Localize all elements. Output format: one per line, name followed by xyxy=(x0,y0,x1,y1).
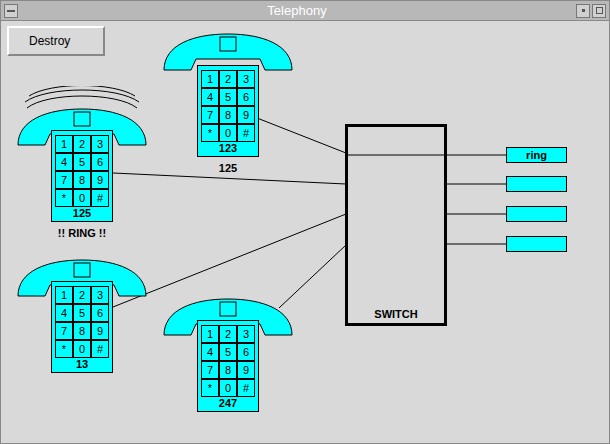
keypad-key[interactable]: * xyxy=(55,340,73,358)
keypad-key[interactable]: 2 xyxy=(73,135,91,153)
phone-label: 125 xyxy=(153,162,303,175)
title-bar[interactable]: Telephony xyxy=(1,1,609,21)
keypad-key[interactable]: 5 xyxy=(73,153,91,171)
keypad-key[interactable]: 6 xyxy=(91,304,109,322)
phone-body: 123456789*0#123 xyxy=(197,65,259,157)
keypad-key[interactable]: 9 xyxy=(91,171,109,189)
keypad-key[interactable]: 7 xyxy=(201,361,219,379)
phone-display: 123 xyxy=(219,142,237,155)
keypad-key[interactable]: * xyxy=(201,124,219,142)
minimize-button[interactable] xyxy=(576,4,590,18)
keypad-key[interactable]: 5 xyxy=(73,304,91,322)
keypad-key[interactable]: 8 xyxy=(219,106,237,124)
keypad-key[interactable]: 5 xyxy=(219,343,237,361)
phone-label: !! RING !! xyxy=(7,227,157,240)
phone-display: 247 xyxy=(219,397,237,410)
keypad-key[interactable]: 4 xyxy=(55,304,73,322)
keypad-key[interactable]: * xyxy=(201,379,219,397)
keypad-key[interactable]: 9 xyxy=(91,322,109,340)
keypad: 123456789 *0# xyxy=(201,325,255,397)
line-status: ring xyxy=(506,147,567,163)
line-status xyxy=(506,206,567,222)
maximize-button[interactable] xyxy=(592,4,606,18)
keypad-key[interactable]: 0 xyxy=(73,189,91,207)
keypad-key[interactable]: 2 xyxy=(219,70,237,88)
keypad-key[interactable]: 7 xyxy=(55,322,73,340)
keypad-key[interactable]: 2 xyxy=(73,286,91,304)
keypad-key[interactable]: 4 xyxy=(55,153,73,171)
keypad-key[interactable]: 6 xyxy=(237,343,255,361)
line-status xyxy=(506,236,567,252)
keypad: 123456789 *0# xyxy=(201,70,255,142)
keypad-key[interactable]: 0 xyxy=(219,379,237,397)
keypad-key[interactable]: 3 xyxy=(91,286,109,304)
keypad-key[interactable]: 4 xyxy=(201,343,219,361)
keypad-key[interactable]: 7 xyxy=(201,106,219,124)
keypad-key[interactable]: 0 xyxy=(219,124,237,142)
destroy-button[interactable]: Destroy xyxy=(7,26,105,56)
line-status xyxy=(506,176,567,192)
keypad-key[interactable]: 3 xyxy=(237,325,255,343)
keypad-key[interactable]: 5 xyxy=(219,88,237,106)
keypad-key[interactable]: 9 xyxy=(237,106,255,124)
keypad-key[interactable]: 7 xyxy=(55,171,73,189)
keypad-key[interactable]: 0 xyxy=(73,340,91,358)
keypad-key[interactable]: 8 xyxy=(73,322,91,340)
window-title: Telephony xyxy=(18,4,576,17)
phone-body: 123456789 *0#13 xyxy=(51,281,113,373)
keypad-key[interactable]: * xyxy=(55,189,73,207)
keypad-key[interactable]: # xyxy=(91,340,109,358)
keypad-key[interactable]: 4 xyxy=(201,88,219,106)
phone-body: 123456789 *0#125 xyxy=(51,130,113,222)
switch: SWITCH xyxy=(345,124,447,326)
keypad-key[interactable]: 8 xyxy=(219,361,237,379)
keypad-key[interactable]: 2 xyxy=(219,325,237,343)
keypad-key[interactable]: 6 xyxy=(237,88,255,106)
keypad-key[interactable]: 3 xyxy=(91,135,109,153)
keypad-key[interactable]: 1 xyxy=(201,70,219,88)
phone-display: 13 xyxy=(76,358,88,371)
canvas: DestroySWITCHring123456789*0#12312512345… xyxy=(1,21,609,443)
keypad-key[interactable]: 9 xyxy=(237,361,255,379)
keypad-key[interactable]: # xyxy=(237,124,255,142)
keypad-key[interactable]: 1 xyxy=(55,286,73,304)
keypad-key[interactable]: 1 xyxy=(55,135,73,153)
keypad-key[interactable]: # xyxy=(237,379,255,397)
switch-label: SWITCH xyxy=(374,308,417,321)
phone-display: 125 xyxy=(73,207,91,220)
keypad: 123456789 *0# xyxy=(55,135,109,207)
phone-body: 123456789 *0#247 xyxy=(197,320,259,412)
ring-waves-icon xyxy=(17,86,147,110)
window: TelephonyDestroySWITCHring123456789*0#12… xyxy=(0,0,610,444)
keypad: 123456789 *0# xyxy=(55,286,109,358)
keypad-key[interactable]: # xyxy=(91,189,109,207)
keypad-key[interactable]: 1 xyxy=(201,325,219,343)
window-menu-button[interactable] xyxy=(4,4,18,18)
keypad-key[interactable]: 8 xyxy=(73,171,91,189)
keypad-key[interactable]: 6 xyxy=(91,153,109,171)
keypad-key[interactable]: 3 xyxy=(237,70,255,88)
